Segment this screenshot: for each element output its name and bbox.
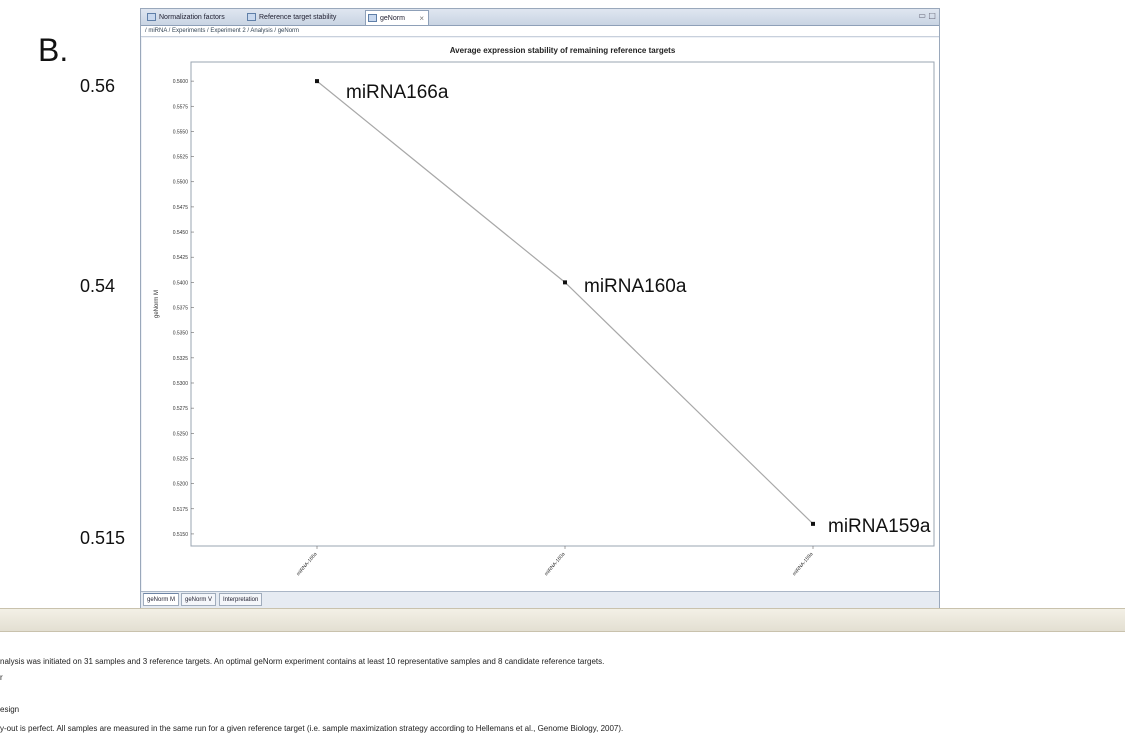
subtab-genorm-m[interactable]: geNorm M xyxy=(143,593,180,606)
chart-icon xyxy=(247,13,256,21)
y-tick-label: 0.5275 xyxy=(173,406,189,412)
tab-label: Reference target stability xyxy=(259,14,337,21)
y-tick-label: 0.5425 xyxy=(173,255,189,261)
subtab-genorm-v[interactable]: geNorm V xyxy=(181,593,217,606)
y-tick-label: 0.5575 xyxy=(173,104,189,110)
y-tick-label: 0.5450 xyxy=(173,230,189,236)
y-tick-label: 0.5475 xyxy=(173,205,189,211)
figure-panel-label: B. xyxy=(38,32,69,68)
interpretation-line: nalysis was initiated on 31 samples and … xyxy=(0,657,605,666)
genorm-window: Normalization factors Reference target s… xyxy=(140,8,940,608)
annotation-y-054: 0.54 xyxy=(80,276,116,296)
annotation-y-056: 0.56 xyxy=(80,76,116,96)
annotation-mirna160a: miRNA160a xyxy=(584,276,687,297)
plot-frame xyxy=(190,61,935,547)
chart-area: Average expression stability of remainin… xyxy=(142,38,939,594)
subtab-interpretation[interactable]: Interpretation xyxy=(219,593,263,606)
annotation-mirna166a: miRNA166a xyxy=(346,82,449,103)
chart-icon xyxy=(368,14,377,22)
editor-tab-bar: Normalization factors Reference target s… xyxy=(141,9,939,26)
y-tick-label: 0.5500 xyxy=(173,180,189,186)
y-tick-label: 0.5350 xyxy=(173,331,189,337)
y-tick-label: 0.5400 xyxy=(173,280,189,286)
tab-genorm[interactable]: geNorm × xyxy=(365,10,429,25)
data-point xyxy=(315,79,319,84)
annotation-mirna159a: miRNA159a xyxy=(828,516,931,537)
y-tick-label: 0.5600 xyxy=(173,79,189,85)
interpretation-line: esign xyxy=(0,705,20,714)
tab-label: Normalization factors xyxy=(159,14,225,21)
interpretation-panel: nalysis was initiated on 31 samples and … xyxy=(0,632,1125,751)
x-tick-label: miRNA-160a xyxy=(544,551,567,577)
interpretation-line: y-out is perfect. All samples are measur… xyxy=(0,724,624,733)
x-tick-label: miRNA-166a xyxy=(296,551,319,577)
y-tick-label: 0.5300 xyxy=(173,381,189,387)
y-tick-label: 0.5200 xyxy=(173,482,189,488)
tab-normalization-factors[interactable]: Normalization factors xyxy=(145,10,237,25)
chart-title: Average expression stability of remainin… xyxy=(450,46,676,55)
tab-label: geNorm xyxy=(380,15,405,22)
interpretation-line: r xyxy=(0,673,3,682)
data-point xyxy=(563,280,567,285)
y-tick-label: 0.5175 xyxy=(173,507,189,513)
tab-reference-target-stability[interactable]: Reference target stability xyxy=(245,10,355,25)
minimize-maximize-icon[interactable]: ▭ □ xyxy=(918,11,936,20)
y-tick-label: 0.5225 xyxy=(173,456,189,462)
y-tick-label: 0.5375 xyxy=(173,306,189,312)
table-icon xyxy=(147,13,156,21)
genorm-m-chart: Average expression stability of remainin… xyxy=(154,46,935,577)
y-tick-label: 0.5250 xyxy=(173,431,189,437)
chart-subtabs: geNorm M geNorm V Interpretation xyxy=(141,591,939,608)
y-tick-label: 0.5325 xyxy=(173,356,189,362)
annotation-y-0515: 0.515 xyxy=(80,528,126,548)
breadcrumb: / miRNA / Experiments / Experiment 2 / A… xyxy=(141,26,939,37)
y-axis-label: geNorm M xyxy=(154,290,160,318)
bottom-panel-header xyxy=(0,608,1125,632)
y-tick-label: 0.5550 xyxy=(173,129,189,135)
close-icon[interactable]: × xyxy=(419,11,424,26)
y-tick-label: 0.5150 xyxy=(173,532,189,538)
x-tick-label: miRNA-159a xyxy=(792,551,815,577)
y-tick-label: 0.5525 xyxy=(173,155,189,161)
data-point xyxy=(811,521,815,526)
